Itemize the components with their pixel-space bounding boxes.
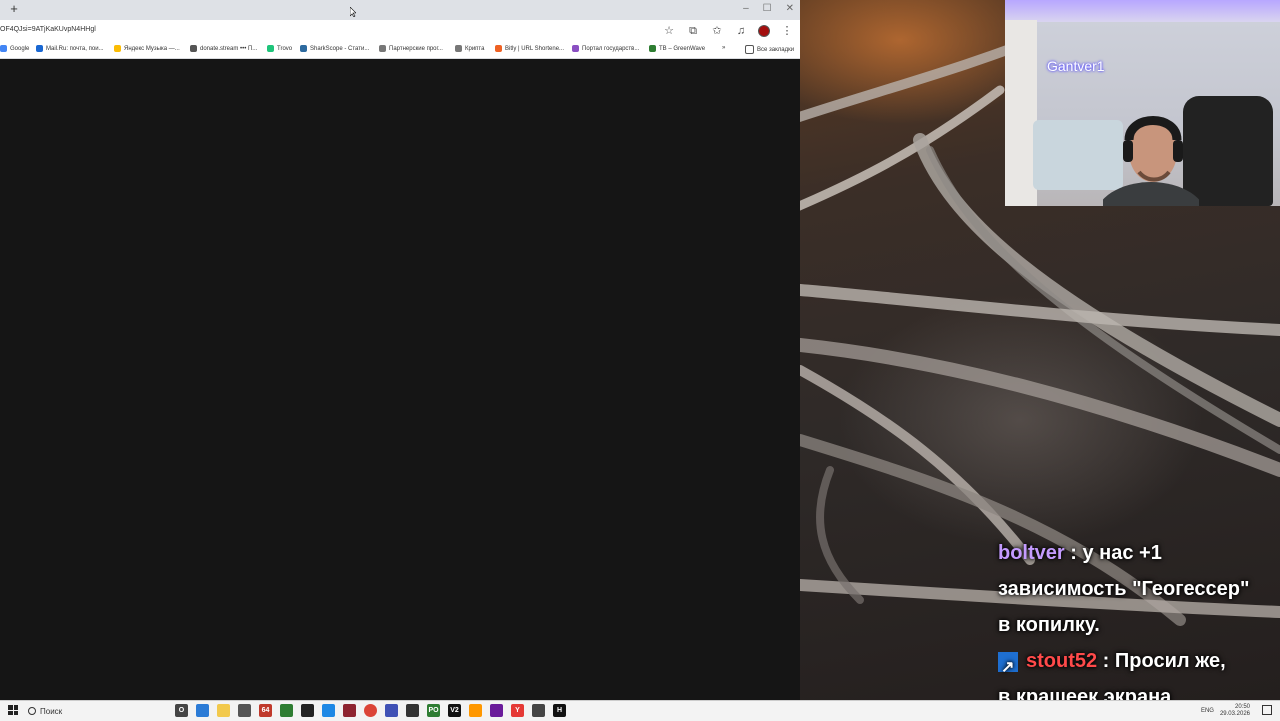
menu-icon[interactable]: ⋮ (780, 24, 794, 38)
app-icon-64[interactable]: 64 (259, 704, 272, 717)
chat-badge-icon (998, 650, 1018, 686)
bookmark-greenwave[interactable]: TB – GreenWave (649, 45, 705, 52)
folder-icon (455, 45, 462, 52)
greenwave-icon (649, 45, 656, 52)
app-icon-h[interactable]: H (553, 704, 566, 717)
chat-message: boltver : у нас +1 (998, 535, 1280, 571)
gov-portal-icon (572, 45, 579, 52)
taskbar-search[interactable]: Поиск (28, 704, 158, 718)
chat-overlay: boltver : у нас +1 зависимость "Геогессе… (998, 535, 1280, 700)
minimize-button[interactable]: – (743, 2, 749, 16)
folder-icon (745, 45, 754, 54)
app-icon-purple[interactable] (490, 704, 503, 717)
clock-date: 29.03.2026 (1219, 711, 1250, 717)
chat-username: stout52 (1026, 650, 1098, 672)
maximize-button[interactable]: ☐ (763, 2, 772, 16)
app-icon-orange[interactable] (469, 704, 482, 717)
cortana-icon[interactable]: O (175, 704, 188, 717)
mouse-cursor-icon (350, 7, 356, 17)
star-icon[interactable]: ☆ (662, 24, 676, 38)
bookmark-donate-stream[interactable]: donate.stream ••• П... (190, 45, 257, 52)
yandex-icon[interactable]: Y (511, 704, 524, 717)
bookmark-trovo[interactable]: Trovo (267, 45, 292, 52)
taskbar: Поиск O 64 PO V2 Y H ENG 20:50 29.03.202… (0, 700, 1280, 721)
system-tray: ENG 20:50 29.03.2026 (1201, 704, 1250, 718)
taskbar-apps: O 64 PO V2 Y H (175, 704, 566, 717)
clock-time: 20:50 (1234, 704, 1250, 710)
app-icon-boat[interactable] (406, 704, 419, 717)
media-icon[interactable]: ♫ (734, 24, 748, 38)
search-placeholder: Поиск (40, 706, 63, 716)
calculator-icon[interactable] (385, 704, 398, 717)
chat-username: boltver (998, 542, 1065, 564)
stream-background: Gantver1 boltver : у нас +1 зависимость … (800, 0, 1280, 700)
file-explorer-icon[interactable] (217, 704, 230, 717)
bookmark-bitly[interactable]: Bitly | URL Shortene... (495, 45, 564, 52)
clock[interactable]: 20:50 29.03.2026 (1220, 704, 1250, 718)
page-content (0, 59, 800, 700)
tab-strip: + – ☐ ✕ (0, 0, 800, 20)
bookmarks-bar: Google Mail.Ru: почта, пои... Яндекс Муз… (0, 42, 800, 59)
edge-legacy-icon[interactable] (196, 704, 209, 717)
app-icon-globe[interactable] (532, 704, 545, 717)
app-icon-red-grid[interactable] (343, 704, 356, 717)
browser-window: + – ☐ ✕ OF4QJsi=9ATjKaKUvpN4HHgl ☆ ⧉ ✩ ♫… (0, 0, 800, 700)
language-indicator[interactable]: ENG (1201, 708, 1214, 714)
windows-start-icon[interactable] (8, 705, 18, 715)
profile-avatar[interactable] (758, 25, 770, 37)
window-controls: – ☐ ✕ (743, 2, 794, 16)
app-icon-green[interactable] (280, 704, 293, 717)
more-bookmarks-button[interactable]: » (722, 45, 725, 51)
browser-toolbar: OF4QJsi=9ATjKaKUvpN4HHgl ☆ ⧉ ✩ ♫ ⋮ (0, 20, 800, 42)
ceiling-light (1005, 0, 1280, 22)
app-icon-v2[interactable]: V2 (448, 704, 461, 717)
bookmark-sharkscope[interactable]: SharkScope - Стати... (300, 45, 369, 52)
google-icon (0, 45, 7, 52)
chat-text: зависимость "Геогессер" (998, 578, 1250, 600)
app-icon-po[interactable]: PO (427, 704, 440, 717)
app-icon-tools[interactable] (238, 704, 251, 717)
streamer-avatar (1103, 116, 1199, 206)
address-bar[interactable]: OF4QJsi=9ATjKaKUvpN4HHgl (0, 26, 96, 33)
notification-icon[interactable] (1262, 705, 1272, 715)
donate-stream-icon (190, 45, 197, 52)
chat-text: : у нас +1 (1064, 542, 1162, 564)
search-icon (28, 707, 36, 715)
bitly-icon (495, 45, 502, 52)
chrome-icon[interactable] (364, 704, 377, 717)
trovo-icon (267, 45, 274, 52)
webcam-username: Gantver1 (1047, 58, 1105, 74)
bookmark-gov-portal[interactable]: Портал государств... (572, 45, 639, 52)
bookmark-mailru[interactable]: Mail.Ru: почта, пои... (36, 45, 104, 52)
yandex-music-icon (114, 45, 121, 52)
chat-text: в копилку. (998, 614, 1100, 636)
webcam-overlay: Gantver1 (1005, 0, 1280, 206)
toolbar-icons: ☆ ⧉ ✩ ♫ ⋮ (662, 24, 794, 38)
bookmark-google[interactable]: Google (0, 45, 29, 52)
chat-text: в крашеек экрана (998, 686, 1172, 700)
app-icon-dark[interactable] (301, 704, 314, 717)
bookmark-crypto[interactable]: Крипта (455, 45, 484, 52)
bookmark-star-icon[interactable]: ✩ (710, 24, 724, 38)
edge-icon[interactable] (322, 704, 335, 717)
chat-text: : Просил же, (1097, 650, 1226, 672)
all-bookmarks-folder[interactable]: Все закладки (745, 45, 794, 54)
bookmark-yandex-music[interactable]: Яндекс Музыка —... (114, 45, 180, 52)
chat-message: stout52 : Просил же, (998, 643, 1280, 686)
new-tab-button[interactable]: + (8, 2, 20, 16)
mailru-icon (36, 45, 43, 52)
folder-icon (379, 45, 386, 52)
extensions-icon[interactable]: ⧉ (686, 24, 700, 38)
bookmark-partner-programs[interactable]: Партнерские прог... (379, 45, 443, 52)
sharkscope-icon (300, 45, 307, 52)
close-button[interactable]: ✕ (786, 2, 794, 16)
